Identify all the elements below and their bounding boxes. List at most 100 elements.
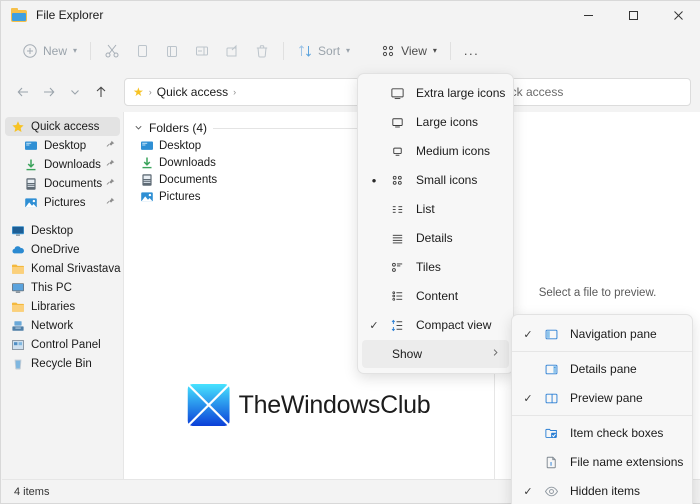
new-button[interactable]: New ▾ <box>15 36 84 66</box>
list-item-label: Documents <box>159 173 218 186</box>
menu-item-label: Hidden items <box>570 484 641 498</box>
pin-icon[interactable] <box>106 178 115 189</box>
menu-item-small-icons[interactable]: • Small icons <box>362 166 509 194</box>
menu-item-details-pane[interactable]: Details pane <box>516 355 688 383</box>
sort-button[interactable]: Sort ▾ <box>290 36 357 66</box>
sidebar-item-libraries[interactable]: Libraries <box>2 297 123 316</box>
pin-icon[interactable] <box>106 197 115 208</box>
menu-item-list[interactable]: List <box>362 195 509 223</box>
desktop-icon <box>141 141 153 150</box>
list-item-label: Pictures <box>159 190 201 203</box>
menu-item-medium-icons[interactable]: Medium icons <box>362 137 509 165</box>
folder-icon <box>11 7 27 23</box>
copy-icon <box>138 44 148 57</box>
pictures-icon <box>141 191 153 202</box>
chevron-down-icon: ▾ <box>432 46 437 55</box>
sidebar-item-label: Desktop <box>44 139 87 152</box>
menu-item-hidden-items[interactable]: ✓ Hidden items <box>516 477 688 504</box>
sidebar-item-label: Downloads <box>44 158 101 171</box>
trash-icon <box>256 44 268 57</box>
search-input[interactable]: ick access <box>498 78 691 106</box>
sidebar-item-quick-access[interactable]: Quick access <box>5 117 120 136</box>
pin-icon[interactable] <box>106 159 115 170</box>
file-explorer-window: File Explorer New ▾ Sort ▾ View ▾ ... ★ … <box>0 0 700 504</box>
view-button[interactable]: View ▾ <box>373 36 444 66</box>
recent-locations-button[interactable] <box>62 79 88 105</box>
copy-button[interactable] <box>127 36 157 66</box>
sidebar-item-label: Network <box>31 319 74 332</box>
sidebar-item-label: This PC <box>31 281 72 294</box>
back-button[interactable] <box>10 79 36 105</box>
sidebar-item-label: OneDrive <box>31 243 80 256</box>
libraries-icon <box>12 302 24 312</box>
control-panel-icon <box>12 339 24 350</box>
selected-bullet-icon: • <box>371 172 377 188</box>
list-icon <box>386 202 408 217</box>
menu-item-extra-large-icons[interactable]: Extra large icons <box>362 79 509 107</box>
menu-item-label: Preview pane <box>570 391 643 405</box>
sidebar-item-pictures[interactable]: Pictures <box>2 193 123 212</box>
more-options-button[interactable]: ... <box>457 36 486 66</box>
sidebar-item-label: Komal Srivastava <box>31 262 121 275</box>
documents-icon <box>142 173 152 186</box>
menu-item-label: Details pane <box>570 362 637 376</box>
onedrive-icon <box>12 245 24 253</box>
sidebar-item-network[interactable]: Network <box>2 316 123 335</box>
delete-button[interactable] <box>247 36 277 66</box>
forward-button[interactable] <box>36 79 62 105</box>
sidebar-item-label: Desktop <box>31 224 74 237</box>
view-grid-icon <box>382 45 394 56</box>
menu-item-item-check-boxes[interactable]: Item check boxes <box>516 419 688 447</box>
user-folder-icon <box>12 264 24 274</box>
pin-icon[interactable] <box>106 140 115 151</box>
breadcrumb-quick-access[interactable]: Quick access <box>157 85 228 99</box>
menu-item-file-name-extensions[interactable]: File name extensions <box>516 448 688 476</box>
menu-item-label: Details <box>416 231 453 245</box>
scissors-icon <box>105 44 119 57</box>
chevron-down-icon: ▾ <box>73 46 78 55</box>
small-icons-icon <box>386 173 408 188</box>
tiles-icon <box>386 260 408 275</box>
sidebar-item-label: Quick access <box>31 120 100 133</box>
sidebar-item-desktop[interactable]: Desktop <box>2 136 123 155</box>
minimize-icon[interactable] <box>566 1 611 29</box>
paste-button[interactable] <box>157 36 187 66</box>
menu-item-navigation-pane[interactable]: ✓ Navigation pane <box>516 320 688 348</box>
share-button[interactable] <box>217 36 247 66</box>
menu-item-content[interactable]: Content <box>362 282 509 310</box>
cut-button[interactable] <box>97 36 127 66</box>
show-submenu: ✓ Navigation pane Details pane ✓ Preview… <box>511 314 693 504</box>
sort-button-label: Sort <box>318 43 341 58</box>
sidebar-item-this-pc[interactable]: This PC <box>2 278 123 297</box>
share-icon <box>226 44 237 56</box>
menu-item-show[interactable]: Show <box>362 340 509 368</box>
sidebar-item-control-panel[interactable]: Control Panel <box>2 335 123 354</box>
menu-item-label: Medium icons <box>416 144 491 158</box>
folders-group-title: Folders (4) <box>149 121 208 135</box>
navigation-pane-icon <box>540 327 562 342</box>
menu-item-tiles[interactable]: Tiles <box>362 253 509 281</box>
menu-item-label: Extra large icons <box>416 86 506 100</box>
sidebar-item-desktop-root[interactable]: Desktop <box>2 221 123 240</box>
star-icon: ★ <box>133 85 144 99</box>
sidebar-item-downloads[interactable]: Downloads <box>2 155 123 174</box>
window-title: File Explorer <box>36 8 104 22</box>
menu-item-details[interactable]: Details <box>362 224 509 252</box>
menu-item-compact-view[interactable]: ✓ Compact view <box>362 311 509 339</box>
chevron-down-icon[interactable] <box>134 123 143 134</box>
menu-item-label: Small icons <box>416 173 478 187</box>
menu-item-label: File name extensions <box>570 455 684 469</box>
menu-item-large-icons[interactable]: Large icons <box>362 108 509 136</box>
sidebar-item-onedrive[interactable]: OneDrive <box>2 240 123 259</box>
sidebar-item-documents[interactable]: Documents <box>2 174 123 193</box>
maximize-icon[interactable] <box>611 1 656 29</box>
sidebar-item-recycle-bin[interactable]: Recycle Bin <box>2 354 123 373</box>
sidebar-item-komal-srivastava[interactable]: Komal Srivastava <box>2 259 123 278</box>
menu-item-label: Show <box>392 347 423 361</box>
up-button[interactable] <box>88 79 114 105</box>
close-icon[interactable] <box>656 1 700 29</box>
menu-item-preview-pane[interactable]: ✓ Preview pane <box>516 384 688 412</box>
watermark-logo: TheWindowsClub <box>187 384 431 426</box>
rename-button[interactable] <box>187 36 217 66</box>
command-bar: New ▾ Sort ▾ View ▾ ... <box>1 29 700 72</box>
